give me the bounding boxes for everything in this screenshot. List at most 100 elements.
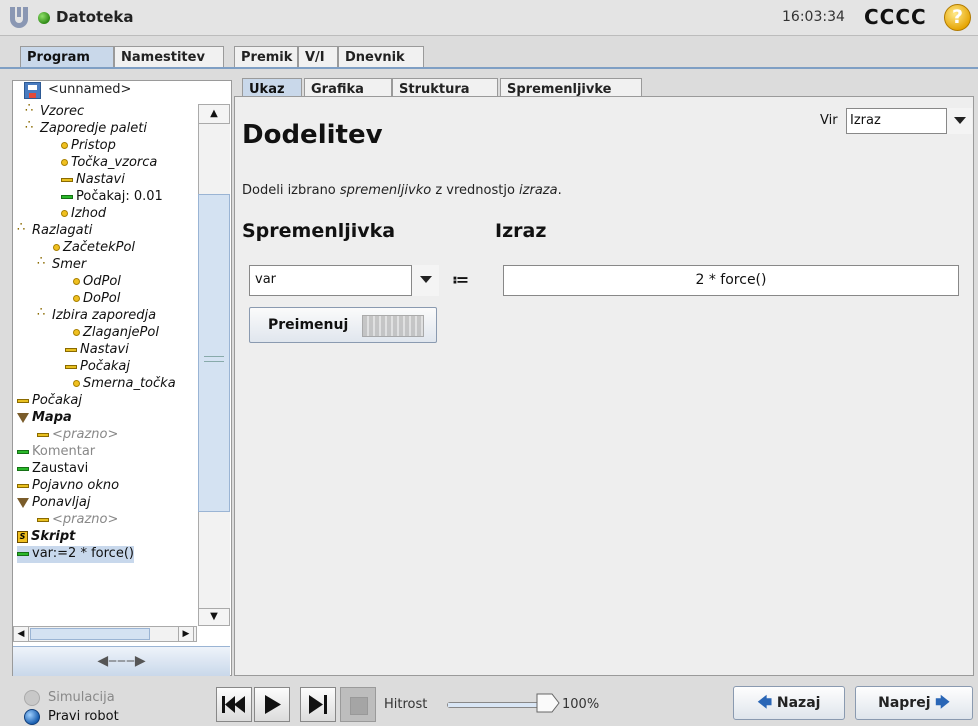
scroll-grip	[204, 356, 224, 362]
set-icon	[17, 483, 29, 488]
tree-node[interactable]: ZlaganjePol	[73, 325, 159, 342]
tab-divider	[0, 67, 978, 69]
tab-program[interactable]: Program	[20, 46, 114, 68]
scroll-right-icon[interactable]: ▶	[178, 626, 194, 642]
simulation-label[interactable]: Simulacija	[48, 690, 115, 705]
speed-slider-thumb[interactable]	[536, 693, 560, 713]
file-menu[interactable]: Datoteka	[56, 8, 134, 26]
tree-node[interactable]: S Skript	[17, 529, 75, 546]
tree-node[interactable]: Razlagati	[17, 220, 92, 240]
waypoint-icon	[61, 210, 68, 217]
description-text: .	[557, 183, 562, 198]
tree-node[interactable]: Ponavljaj	[17, 495, 91, 512]
tree-node[interactable]: ZačetekPol	[53, 240, 135, 257]
set-icon	[65, 364, 77, 369]
tree-node[interactable]: Smerna_točka	[73, 376, 176, 393]
description-text: Dodeli izbrano	[242, 183, 340, 198]
expression-heading: Izraz	[495, 220, 547, 242]
description-text: z vrednostjo	[431, 183, 520, 198]
next-arrow-icon: 🡆	[935, 695, 950, 711]
speed-label: Hitrost	[384, 697, 428, 712]
scroll-thumb[interactable]	[198, 194, 230, 512]
scroll-up-icon[interactable]: ▲	[198, 104, 230, 124]
tab-namestitev[interactable]: Namestitev	[114, 46, 224, 68]
waypoint-icon	[73, 278, 80, 285]
tree-node[interactable]: Izbira zaporedja	[37, 305, 156, 325]
program-filename: <unnamed>	[48, 82, 132, 97]
sequence-icon	[37, 305, 49, 321]
set-icon	[37, 432, 49, 437]
assign-operator: ≔	[452, 270, 469, 289]
set-icon	[65, 347, 77, 352]
command-title: Dodelitev	[242, 120, 383, 150]
tree-node[interactable]: Izhod	[61, 206, 106, 223]
scroll-left-icon[interactable]: ◀	[13, 626, 29, 642]
tab-dnevnik[interactable]: Dnevnik	[338, 46, 424, 68]
tab-vi[interactable]: V/I	[298, 46, 338, 68]
back-arrow-icon: 🡄	[757, 695, 773, 711]
play-button[interactable]	[254, 687, 290, 722]
chevron-down-icon[interactable]	[946, 108, 972, 134]
source-label: Vir	[820, 113, 838, 128]
tree-node[interactable]: Pojavno okno	[17, 478, 119, 495]
expression-value: 2 * force()	[695, 272, 767, 288]
rewind-icon	[222, 696, 245, 713]
tree-node[interactable]: Mapa	[17, 410, 72, 427]
tree-node[interactable]: Počakaj	[65, 359, 130, 376]
set-icon	[37, 517, 49, 522]
tree-node[interactable]: <prazno>	[37, 512, 118, 529]
tree-node[interactable]: <prazno>	[37, 427, 118, 444]
tab-premik[interactable]: Premik	[234, 46, 298, 68]
tree-node[interactable]: Zaustavi	[17, 461, 88, 478]
stop-button[interactable]	[340, 687, 376, 722]
rename-button-label: Preimenuj	[268, 317, 349, 333]
tree-node[interactable]: Zaporedje paleti	[25, 118, 147, 138]
waypoint-icon	[73, 329, 80, 336]
simulation-radio[interactable]	[24, 690, 40, 706]
speed-value: 100%	[562, 697, 600, 712]
wait-icon	[61, 194, 73, 199]
real-robot-label[interactable]: Pravi robot	[48, 709, 119, 724]
tree-node-selected[interactable]: var:=2 * force()	[17, 546, 134, 563]
tree-node[interactable]: Točka_vzorca	[61, 155, 157, 172]
back-button-label: Nazaj	[776, 695, 821, 711]
waypoint-icon	[73, 295, 80, 302]
tree-node[interactable]: OdPol	[73, 274, 121, 291]
tree-node[interactable]: Pristop	[61, 138, 116, 155]
chevron-down-icon[interactable]	[411, 265, 439, 296]
real-robot-radio[interactable]	[24, 709, 40, 725]
save-icon[interactable]	[24, 82, 41, 99]
next-button[interactable]: Naprej 🡆	[855, 686, 973, 720]
tree-node[interactable]: Nastavi	[65, 342, 129, 359]
tree-node[interactable]: Vzorec	[25, 104, 84, 121]
set-icon	[61, 177, 73, 182]
step-button[interactable]	[300, 687, 336, 722]
halt-icon	[17, 466, 29, 471]
script-icon: S	[17, 530, 28, 543]
rewind-button[interactable]	[216, 687, 252, 722]
variable-heading: Spremenljivka	[242, 220, 396, 242]
clock: 16:03:34	[782, 9, 845, 25]
tree-node[interactable]: Smer	[37, 254, 86, 274]
tree-node[interactable]: Komentar	[17, 444, 95, 461]
description-expr: izraza	[519, 183, 558, 198]
sequence-icon	[17, 220, 29, 236]
waypoint-icon	[73, 380, 80, 387]
waypoint-icon	[53, 244, 60, 251]
panel-resize-icon[interactable]: ◀‒‒‒▶	[13, 646, 230, 676]
scroll-down-icon[interactable]: ▼	[198, 608, 230, 626]
folder-icon	[17, 497, 29, 508]
sequence-icon	[25, 104, 37, 117]
tree-node[interactable]: Počakaj	[17, 393, 82, 410]
tree-node[interactable]: DoPol	[73, 291, 120, 308]
tree-node[interactable]: Nastavi	[61, 172, 125, 189]
waypoint-icon	[61, 142, 68, 149]
back-button[interactable]: 🡄 Nazaj	[733, 686, 845, 720]
hscroll-thumb[interactable]	[30, 628, 150, 640]
play-icon	[265, 695, 281, 714]
program-tree: Vzorec Zaporedje paleti Pristop Točka_vz…	[13, 104, 197, 624]
robot-status-icon	[38, 12, 50, 24]
tree-node[interactable]: Počakaj: 0.01	[61, 189, 163, 206]
set-icon	[17, 398, 29, 403]
help-icon[interactable]: ?	[944, 4, 971, 31]
